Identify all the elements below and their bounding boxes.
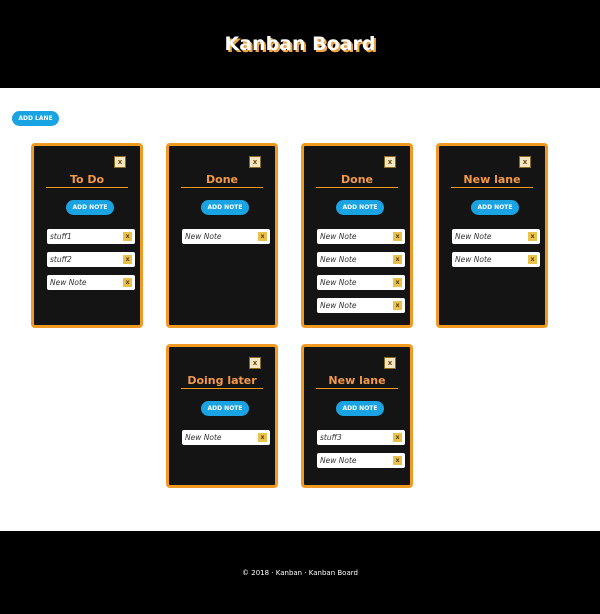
note-text[interactable]: New Note (317, 278, 357, 287)
note-delete-button[interactable]: x (393, 433, 402, 442)
note-text[interactable]: stuff2 (47, 255, 72, 264)
lane-title[interactable]: New lane (316, 374, 398, 389)
lane-title[interactable]: Doing later (181, 374, 263, 389)
note-card[interactable]: New Note x (317, 275, 405, 290)
note-delete-button[interactable]: x (123, 278, 132, 287)
lane-close-button[interactable]: x (249, 357, 261, 369)
note-delete-button[interactable]: x (393, 301, 402, 310)
note-card[interactable]: New Note x (47, 275, 135, 290)
lane-new-lane: x New lane ADD NOTE New Note x New Note … (436, 143, 548, 328)
note-card[interactable]: stuff3 x (317, 430, 405, 445)
note-card[interactable]: New Note x (317, 298, 405, 313)
note-card[interactable]: New Note x (182, 430, 270, 445)
page-title: Kanban Board (224, 33, 376, 55)
note-text[interactable]: New Note (452, 232, 492, 241)
note-text[interactable]: New Note (47, 278, 87, 287)
note-list: New Note x New Note x (452, 229, 540, 275)
add-note-button[interactable]: ADD NOTE (336, 401, 384, 416)
note-text[interactable]: New Note (182, 232, 222, 241)
note-delete-button[interactable]: x (393, 456, 402, 465)
note-delete-button[interactable]: x (123, 232, 132, 241)
note-list: New Note x New Note x New Note x New Not… (317, 229, 405, 321)
add-note-button[interactable]: ADD NOTE (471, 200, 519, 215)
lane-close-button[interactable]: x (384, 156, 396, 168)
lane-to-do: x To Do ADD NOTE stuff1 x stuff2 x New N… (31, 143, 143, 328)
note-text[interactable]: New Note (452, 255, 492, 264)
add-lane-button[interactable]: ADD LANE (12, 111, 59, 126)
note-delete-button[interactable]: x (393, 278, 402, 287)
lane-done-2: x Done ADD NOTE New Note x New Note x Ne… (301, 143, 413, 328)
app-footer: © 2018 · Kanban · Kanban Board (0, 531, 600, 614)
add-note-button[interactable]: ADD NOTE (201, 200, 249, 215)
footer-text: © 2018 · Kanban · Kanban Board (242, 568, 358, 577)
note-text[interactable]: stuff1 (47, 232, 72, 241)
note-list: stuff3 x New Note x (317, 430, 405, 476)
note-card[interactable]: New Note x (317, 252, 405, 267)
lane-close-button[interactable]: x (519, 156, 531, 168)
note-list: New Note x (182, 430, 270, 453)
lane-new-lane-2: x New lane ADD NOTE stuff3 x New Note x (301, 344, 413, 488)
add-note-button[interactable]: ADD NOTE (66, 200, 114, 215)
note-delete-button[interactable]: x (393, 232, 402, 241)
note-delete-button[interactable]: x (123, 255, 132, 264)
lane-doing-later: x Doing later ADD NOTE New Note x (166, 344, 278, 488)
note-text[interactable]: stuff3 (317, 433, 342, 442)
note-text[interactable]: New Note (182, 433, 222, 442)
note-text[interactable]: New Note (317, 456, 357, 465)
lane-title[interactable]: To Do (46, 173, 128, 188)
note-card[interactable]: New Note x (452, 252, 540, 267)
note-delete-button[interactable]: x (528, 232, 537, 241)
note-card[interactable]: New Note x (452, 229, 540, 244)
note-text[interactable]: New Note (317, 301, 357, 310)
add-note-button[interactable]: ADD NOTE (336, 200, 384, 215)
lane-close-button[interactable]: x (249, 156, 261, 168)
note-delete-button[interactable]: x (258, 433, 267, 442)
app-header: Kanban Board (0, 0, 600, 88)
note-delete-button[interactable]: x (528, 255, 537, 264)
lane-title[interactable]: New lane (451, 173, 533, 188)
lane-title[interactable]: Done (316, 173, 398, 188)
note-card[interactable]: stuff1 x (47, 229, 135, 244)
lane-title[interactable]: Done (181, 173, 263, 188)
lane-close-button[interactable]: x (384, 357, 396, 369)
note-card[interactable]: New Note x (182, 229, 270, 244)
note-delete-button[interactable]: x (393, 255, 402, 264)
note-text[interactable]: New Note (317, 232, 357, 241)
note-delete-button[interactable]: x (258, 232, 267, 241)
note-list: New Note x (182, 229, 270, 252)
lane-close-button[interactable]: x (114, 156, 126, 168)
note-card[interactable]: New Note x (317, 229, 405, 244)
add-note-button[interactable]: ADD NOTE (201, 401, 249, 416)
note-card[interactable]: stuff2 x (47, 252, 135, 267)
lane-done: x Done ADD NOTE New Note x (166, 143, 278, 328)
note-list: stuff1 x stuff2 x New Note x (47, 229, 135, 298)
note-text[interactable]: New Note (317, 255, 357, 264)
note-card[interactable]: New Note x (317, 453, 405, 468)
